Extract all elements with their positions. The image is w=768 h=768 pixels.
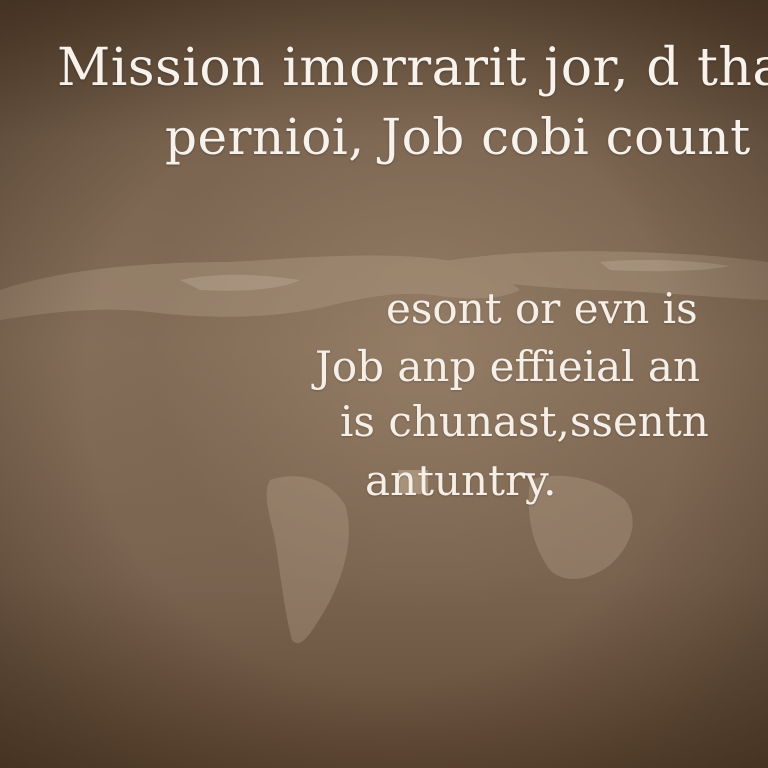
paragraph-line-4: antuntry. bbox=[365, 456, 557, 505]
paragraph-line-3: is chunast,ssentn bbox=[340, 397, 709, 446]
headline-line-2: pernioi, Job cobi count bbox=[165, 108, 751, 166]
headline-line-1: Mission imorrarit jor, d tha bbox=[57, 38, 768, 98]
paragraph-line-1: esont or evn is bbox=[386, 284, 698, 333]
paragraph-line-2: Job anp effieial an bbox=[315, 342, 701, 391]
